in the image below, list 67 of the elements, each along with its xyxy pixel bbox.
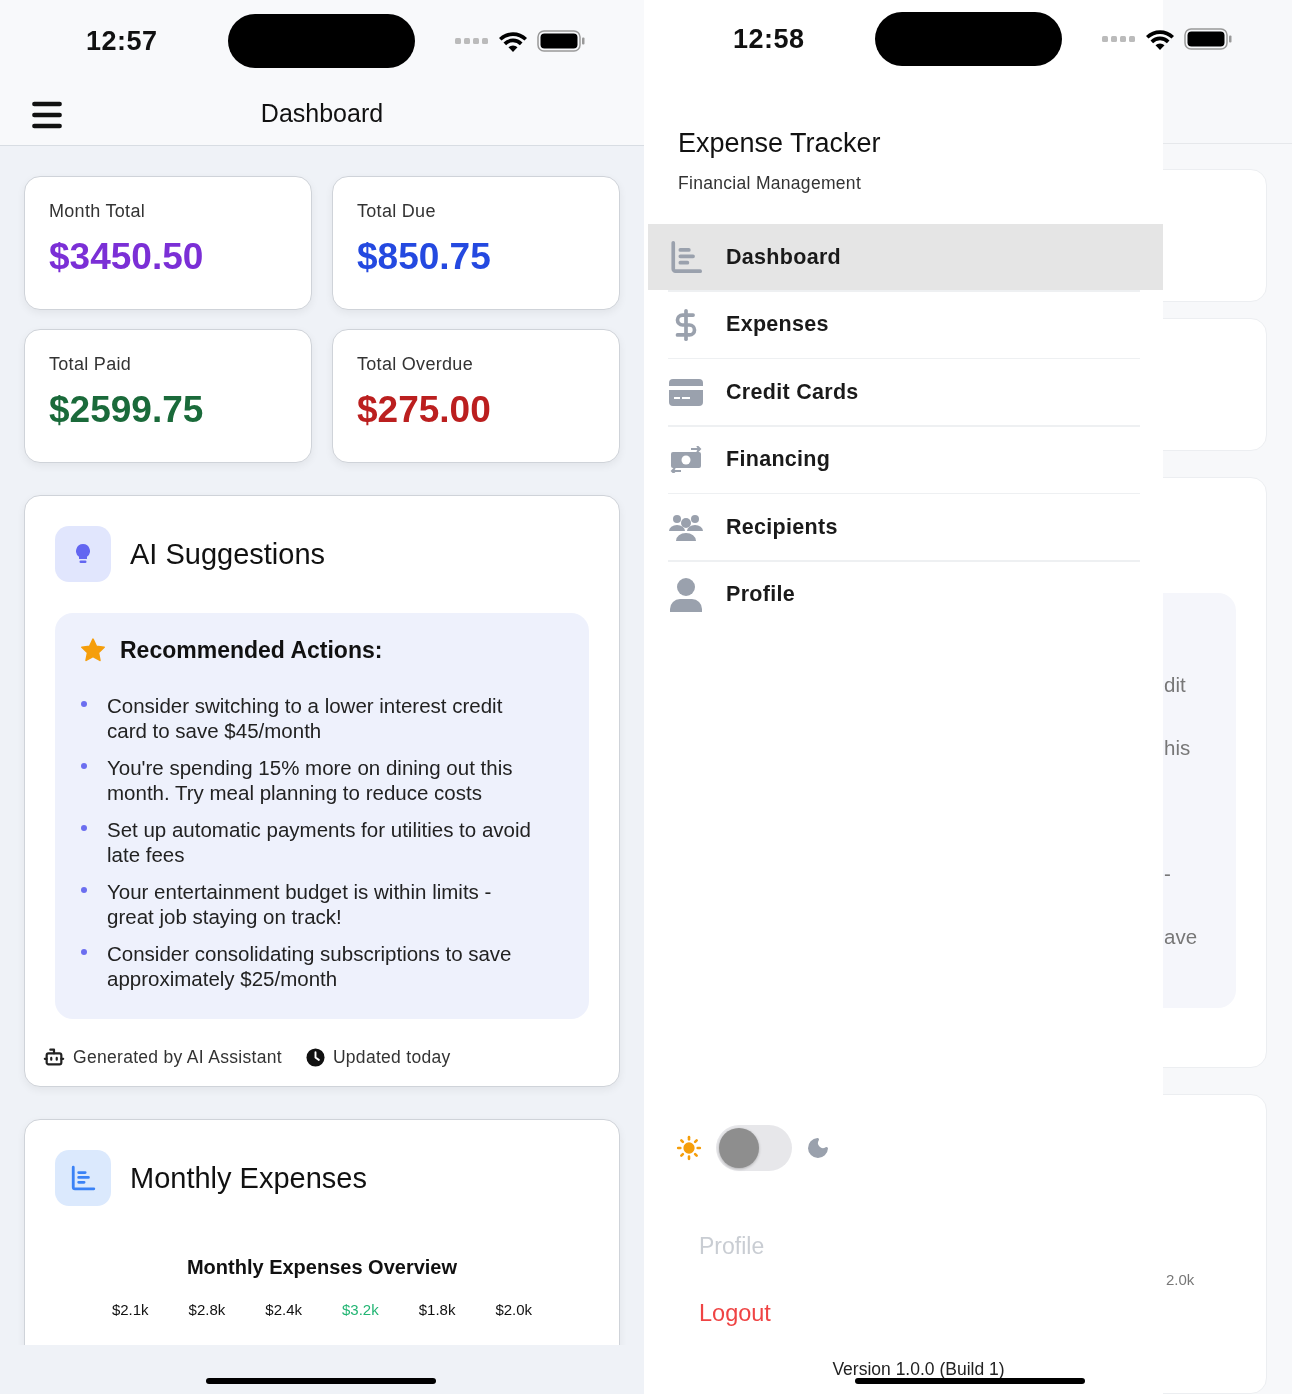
stat-label: Total Paid <box>49 354 133 375</box>
nav-item[interactable]: Dashboard <box>648 224 1163 290</box>
nav-item[interactable]: Recipients <box>648 494 1163 560</box>
star-icon <box>80 638 106 663</box>
people-icon <box>669 513 703 541</box>
stat-value: $3450.50 <box>49 236 205 278</box>
wifi-icon <box>1146 28 1174 50</box>
moon-icon <box>806 1136 830 1160</box>
footer-note: Updated today <box>332 1046 451 1068</box>
sun-icon <box>676 1135 702 1161</box>
footer-note: Generated by AI Assistant <box>73 1046 282 1068</box>
bullet-dot <box>81 887 87 893</box>
logout-button[interactable]: Logout <box>699 1300 771 1327</box>
robot-icon <box>43 1046 65 1068</box>
card-title: Monthly Expenses <box>130 1161 367 1195</box>
chart-icon <box>70 1165 96 1191</box>
stat-value: $850.75 <box>357 236 492 278</box>
chart-value: $2.0k <box>495 1301 533 1318</box>
suggestion-text: You're spending 15% more on dining out this month. Try meal planning to reduce costs <box>107 755 514 805</box>
chart-value-fragment: 2.0k <box>1166 1271 1196 1288</box>
stat-label: Total Overdue <box>357 354 474 375</box>
card-title: AI Suggestions <box>130 537 326 571</box>
clock-icon <box>305 1047 325 1067</box>
hidden-text-fragment: ave <box>1164 924 1199 950</box>
suggestion-text: Consider switching to a lower interest credit card to save $45/month <box>107 693 504 743</box>
bullet-dot <box>81 949 87 955</box>
stat-label: Total Due <box>357 201 437 222</box>
stat-value: $2599.75 <box>49 389 205 431</box>
panel-title: Recommended Actions: <box>120 637 383 664</box>
suggestion-text: Set up automatic payments for utilities to avoid late fees <box>107 817 531 867</box>
hidden-text-fragment: - <box>1164 861 1172 887</box>
theme-switch[interactable] <box>716 1125 792 1171</box>
chart-title: Monthly Expenses Overview <box>185 1256 459 1279</box>
bullet-dot <box>81 825 87 831</box>
hidden-text-fragment: his <box>1164 735 1192 761</box>
chart-icon <box>669 240 703 274</box>
status-time: 12:57 <box>86 25 159 57</box>
app-subtitle: Financial Management <box>678 173 863 194</box>
suggestion-text: Consider consolidating subscriptions to save approximately $25/month <box>107 941 513 991</box>
battery-icon <box>537 30 585 52</box>
money-exchange-icon <box>669 446 703 473</box>
chart-value: $1.8k <box>418 1301 456 1318</box>
status-time: 12:58 <box>733 23 806 55</box>
nav-item[interactable]: Credit Cards <box>648 359 1163 425</box>
page-title: Dashboard <box>260 99 384 128</box>
nav-item[interactable]: Financing <box>648 426 1163 493</box>
chart-value: $2.4k <box>265 1301 302 1318</box>
suggestion-text: Your entertainment budget is within limits - great job staying on track! <box>107 879 493 929</box>
signal-icon <box>1102 36 1136 42</box>
chart-value: $2.1k <box>111 1301 149 1318</box>
wifi-icon <box>499 30 527 52</box>
chart-value: $2.8k <box>188 1301 226 1318</box>
battery-icon <box>1184 28 1232 50</box>
bullet-dot <box>81 701 87 707</box>
app-title: Expense Tracker <box>678 128 882 159</box>
chart-value: $3.2k <box>342 1301 379 1318</box>
lightbulb-icon <box>76 544 90 564</box>
stat-label: Month Total <box>49 201 147 222</box>
credit-card-icon <box>669 378 703 406</box>
stat-value: $275.00 <box>357 389 492 431</box>
version-text: Version 1.0.0 (Build 1) <box>831 1359 1006 1380</box>
nav-item[interactable]: Expenses <box>648 291 1163 358</box>
nav-item[interactable]: Profile <box>648 561 1163 628</box>
hidden-text-fragment: dit <box>1164 672 1187 698</box>
signal-icon <box>455 38 489 44</box>
person-icon <box>670 577 702 612</box>
bullet-dot <box>81 763 87 769</box>
